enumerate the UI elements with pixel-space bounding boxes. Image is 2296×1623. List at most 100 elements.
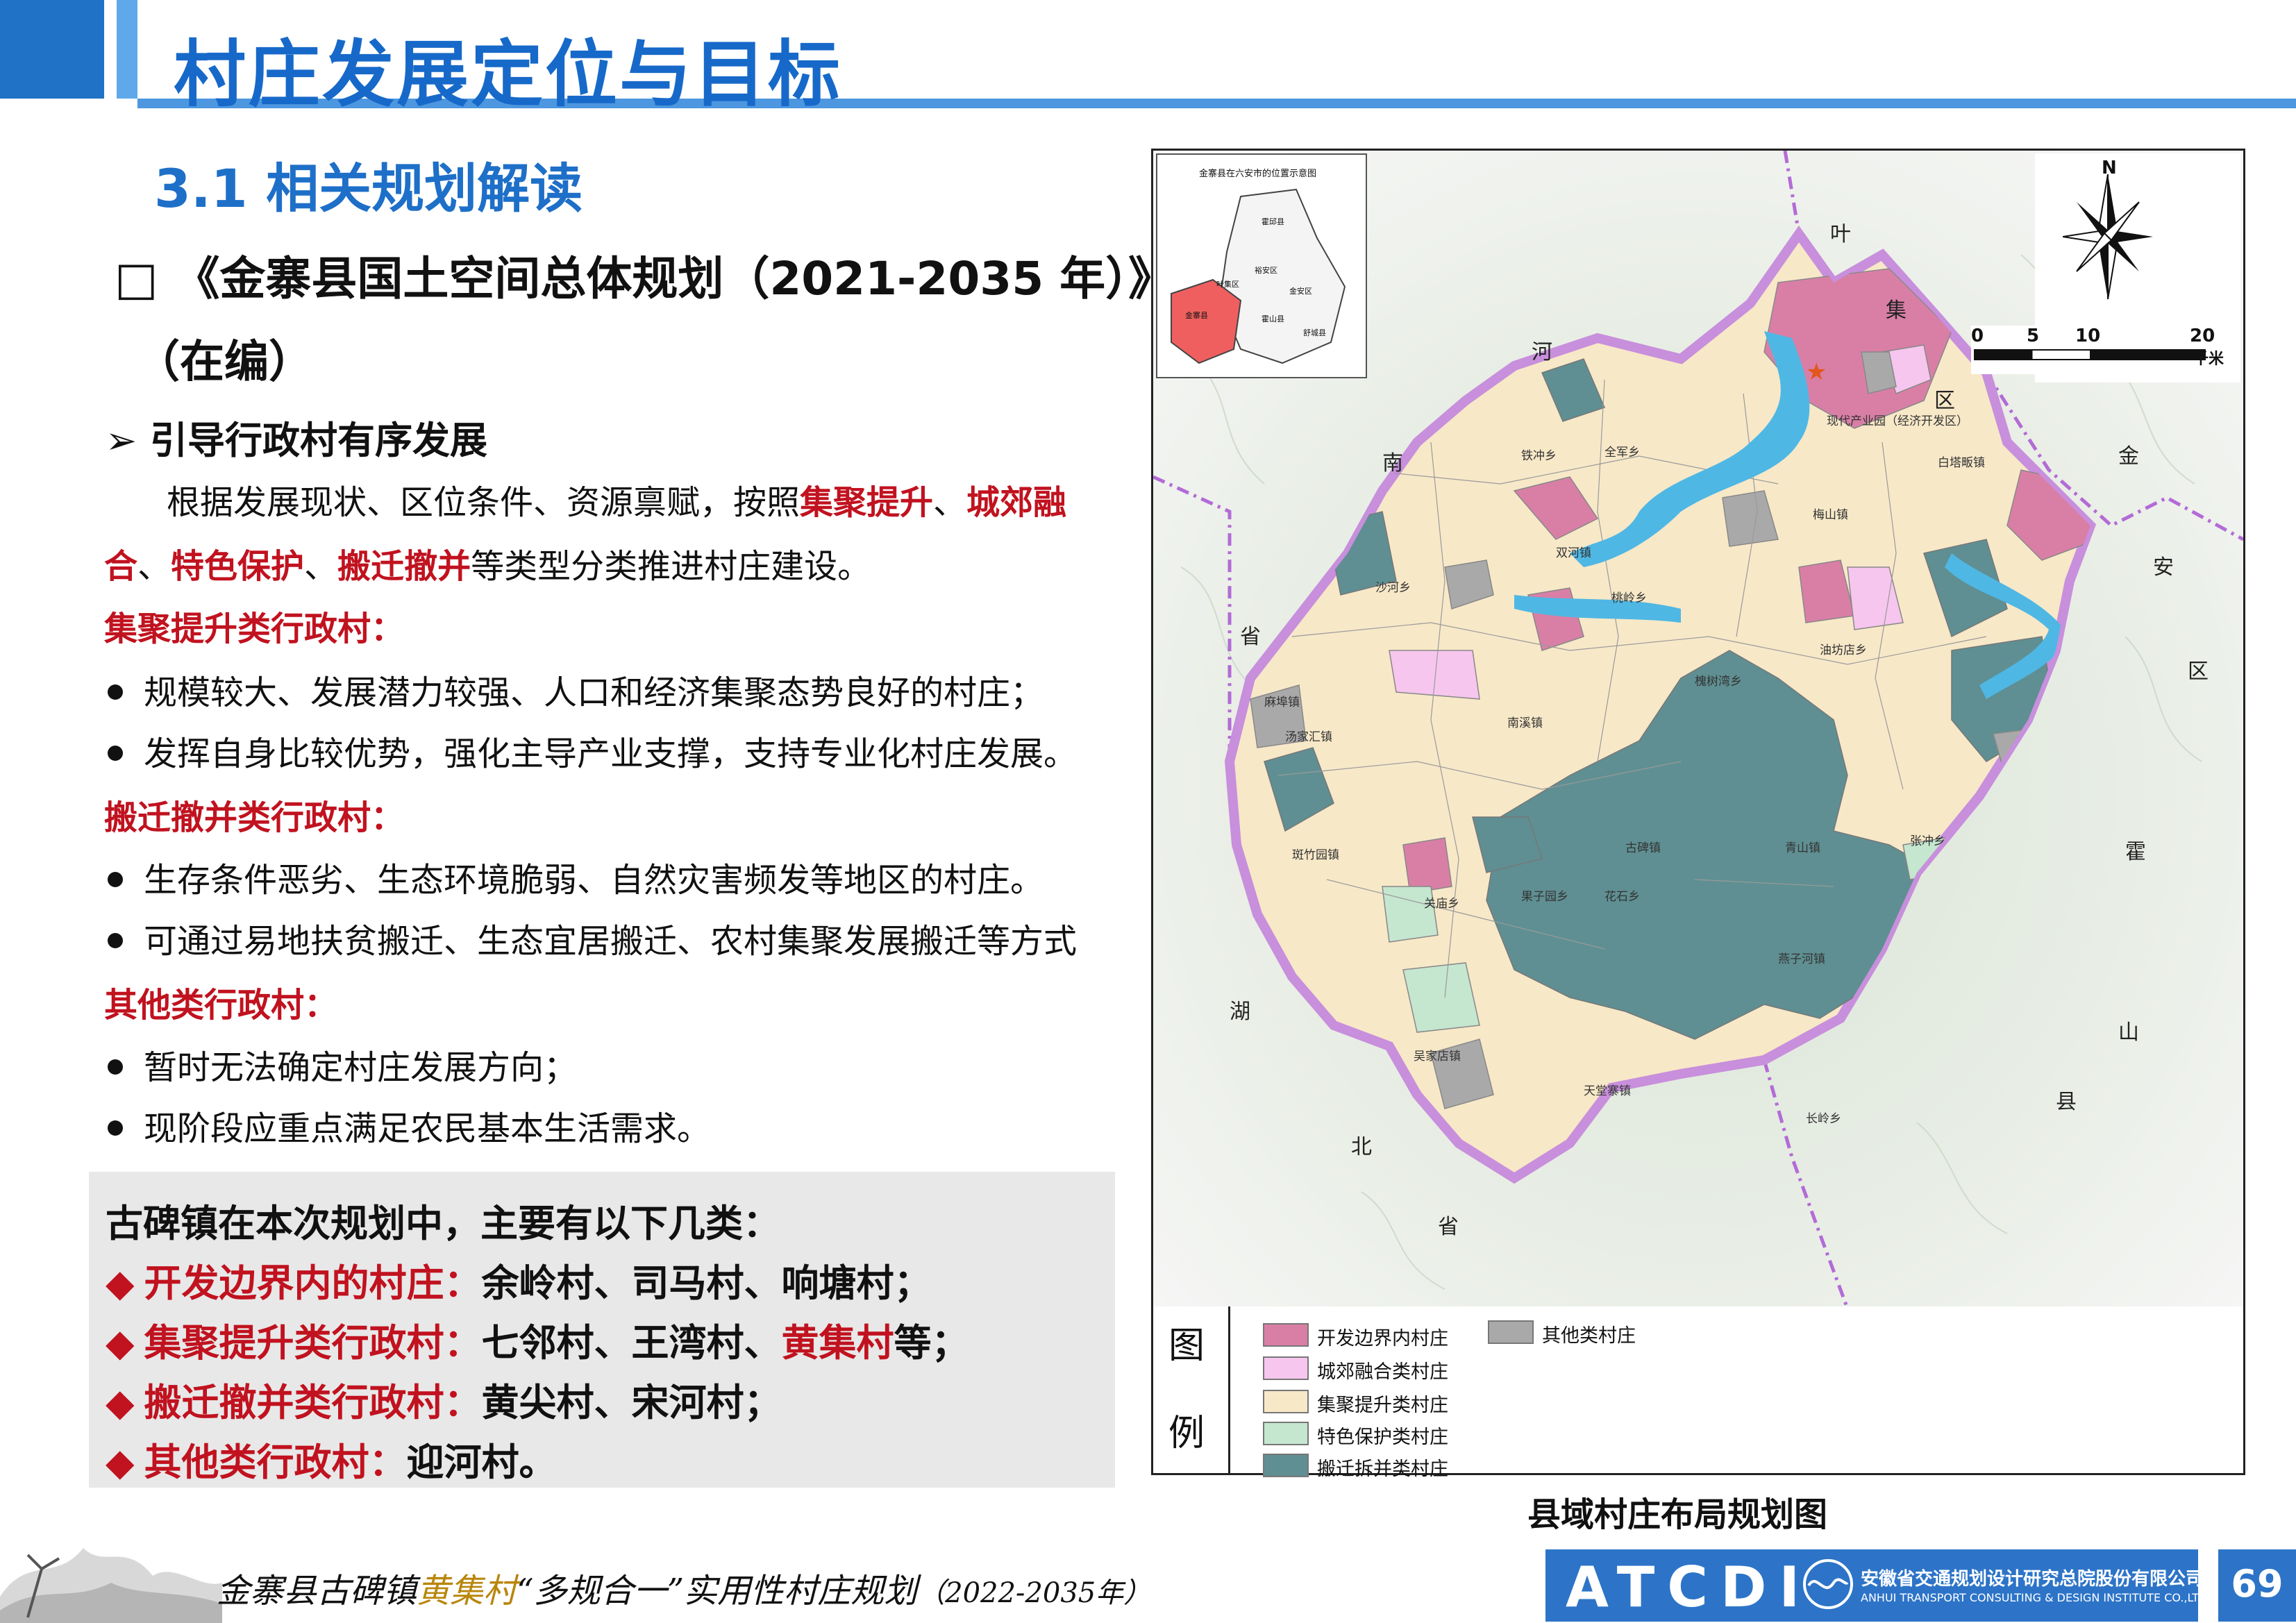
town-label: 关庙乡 bbox=[1424, 897, 1459, 911]
region-label: 山 bbox=[2118, 1020, 2139, 1045]
legend-swatch bbox=[1263, 1323, 1309, 1347]
inset-map: 金寨县在六安市的位置示意图 霍邱县 裕安区 金安区 霍山县 舒城县 叶集区 金寨… bbox=[1156, 153, 1367, 378]
legend-swatch bbox=[1263, 1390, 1309, 1413]
cat3-item: 暂时无法确定村庄发展方向； bbox=[108, 1040, 577, 1088]
svg-text:舒城县: 舒城县 bbox=[1303, 328, 1326, 337]
header-bar-primary bbox=[0, 0, 104, 99]
town-label: 梅山镇 bbox=[1813, 508, 1848, 522]
bullet-icon bbox=[108, 1059, 123, 1075]
intro-red-1: 集聚提升 bbox=[800, 483, 934, 522]
bullet-icon bbox=[108, 746, 123, 761]
region-label: 省 bbox=[1438, 1215, 1459, 1239]
header-bar-secondary bbox=[117, 0, 137, 99]
diamond-icon: ◆ bbox=[106, 1440, 135, 1484]
region-label: 湖 bbox=[1230, 1000, 1250, 1024]
summary-row: ◆ 集聚提升类行政村：七邻村、王湾村、黄集村等； bbox=[106, 1321, 969, 1365]
plan-title: □ 《金寨县国土空间总体规划（2021-2035 年）》 bbox=[115, 252, 1175, 305]
town-label: 青山镇 bbox=[1785, 841, 1820, 855]
summary-row: ◆ 其他类行政村：迎河村。 bbox=[106, 1440, 557, 1484]
location-star-icon: ★ bbox=[1806, 358, 1827, 386]
region-label: 北 bbox=[1351, 1135, 1372, 1159]
town-label: 长岭乡 bbox=[1806, 1112, 1841, 1126]
town-label: 古碑镇 bbox=[1625, 841, 1661, 855]
page-title: 村庄发展定位与目标 bbox=[174, 32, 843, 117]
town-label: 双河镇 bbox=[1556, 546, 1591, 560]
town-label: 天堂寨镇 bbox=[1584, 1084, 1631, 1098]
intro-text-1: 根据发展现状、区位条件、资源禀赋，按照 bbox=[167, 483, 801, 522]
region-label: 河 bbox=[1532, 340, 1552, 364]
scale-tick: 0 bbox=[1971, 326, 1984, 346]
town-label: 铁冲乡 bbox=[1521, 449, 1557, 463]
svg-text:金安区: 金安区 bbox=[1289, 286, 1312, 296]
page-number: 69 bbox=[2231, 1562, 2284, 1606]
town-label: 汤家汇镇 bbox=[1285, 730, 1332, 744]
inset-graphic: 霍邱县 裕安区 金安区 霍山县 舒城县 叶集区 金寨县 bbox=[1171, 188, 1346, 364]
cat3-heading: 其他类行政村： bbox=[104, 986, 338, 1025]
cat1-heading: 集聚提升类行政村： bbox=[104, 609, 405, 648]
diamond-icon: ◆ bbox=[106, 1261, 135, 1305]
legend-label: 特色保护类村庄 bbox=[1317, 1427, 1448, 1448]
town-label: 槐树湾乡 bbox=[1695, 675, 1742, 689]
svg-text:金寨县: 金寨县 bbox=[1185, 310, 1208, 320]
svg-text:裕安区: 裕安区 bbox=[1255, 265, 1277, 275]
legend-swatch bbox=[1263, 1454, 1309, 1477]
svg-text:霍山县: 霍山县 bbox=[1262, 314, 1284, 323]
town-label: 南溪镇 bbox=[1507, 716, 1543, 730]
town-label: 花石乡 bbox=[1604, 890, 1640, 904]
intro-red-4: 搬迁撤并 bbox=[337, 547, 471, 586]
region-label: 集 bbox=[1886, 298, 1907, 323]
legend-swatch bbox=[1488, 1320, 1534, 1344]
cat2-heading: 搬迁撤并类行政村： bbox=[104, 798, 405, 837]
town-label: 果子园乡 bbox=[1521, 890, 1568, 904]
north-arrow-icon bbox=[2063, 174, 2153, 300]
legend-swatch bbox=[1263, 1356, 1309, 1380]
cat2-item: 生存条件恶劣、生态环境脆弱、自然灾害频发等地区的村庄。 bbox=[108, 852, 1044, 901]
scale-tick: 5 bbox=[2027, 326, 2040, 346]
intro-text-3: 、 bbox=[137, 547, 171, 586]
town-label: 张冲乡 bbox=[1910, 834, 1945, 848]
region-label: 安 bbox=[2153, 555, 2174, 580]
legend-divider bbox=[1228, 1306, 1230, 1473]
region-label: 南 bbox=[1382, 451, 1403, 476]
town-label: 现代产业园（经济开发区） bbox=[1827, 414, 1968, 428]
legend-label: 城郊融合类村庄 bbox=[1317, 1361, 1448, 1383]
cat3-item: 现阶段应重点满足农民基本生活需求。 bbox=[108, 1101, 710, 1150]
company-name-en: ANHUI TRANSPORT CONSULTING & DESIGN INST… bbox=[1861, 1591, 2211, 1604]
legend-title-2: 例 bbox=[1168, 1413, 1205, 1454]
intro-paragraph: 根据发展现状、区位条件、资源禀赋，按照集聚提升、城郊融合、特色保护、搬迁撤并等类… bbox=[104, 471, 1125, 598]
region-label: 区 bbox=[2188, 659, 2209, 684]
region-label: 霍 bbox=[2125, 840, 2146, 864]
bullet-icon bbox=[108, 872, 123, 887]
town-label: 全军乡 bbox=[1604, 446, 1640, 460]
town-label: 麻埠镇 bbox=[1264, 696, 1300, 709]
scale-tick: 10 bbox=[2075, 326, 2101, 346]
cat1-item: 发挥自身比较优势，强化主导产业支撑，支持专业化村庄发展。 bbox=[108, 726, 1077, 775]
town-label: 沙河乡 bbox=[1375, 581, 1411, 595]
region-label: 金 bbox=[2118, 444, 2139, 469]
region-label: 省 bbox=[1240, 625, 1261, 649]
cat2-item: 可通过易地扶贫搬迁、生态宜居搬迁、农村集聚发展搬迁等方式 bbox=[108, 914, 1077, 962]
town-label: 白塔畈镇 bbox=[1938, 456, 1985, 470]
region-label: 县 bbox=[2056, 1090, 2077, 1114]
town-label: 油坊店乡 bbox=[1820, 644, 1867, 657]
intro-text-4: 、 bbox=[304, 547, 338, 586]
scale-bar-graphic bbox=[1974, 349, 2206, 360]
town-label: 吴家店镇 bbox=[1414, 1050, 1461, 1063]
company-logo: ATCDI bbox=[1566, 1555, 1813, 1620]
legend-title-1: 图 bbox=[1168, 1325, 1205, 1367]
bullet-icon bbox=[108, 1120, 123, 1136]
scale-tick: 20 bbox=[2190, 326, 2215, 346]
county-map: ★ 叶 集 区 河 南 省 金 安 区 霍 山 县 湖 北 省 现代产业园（经济… bbox=[1151, 149, 2245, 1311]
svg-text:叶集区: 叶集区 bbox=[1216, 279, 1239, 289]
summary-row: ◆ 开发边界内的村庄：余岭村、司马村、响塘村； bbox=[106, 1261, 932, 1305]
footer-title: 金寨县古碑镇黄集村“多规合一”实用性村庄规划（2022-2035年） bbox=[217, 1572, 1152, 1611]
legend-label: 开发边界内村庄 bbox=[1317, 1328, 1448, 1349]
cat1-item: 规模较大、发展潜力较强、人口和经济集聚态势良好的村庄； bbox=[108, 665, 1044, 714]
intro-red-3: 特色保护 bbox=[171, 547, 305, 586]
legend-label: 其他类村庄 bbox=[1542, 1325, 1636, 1347]
summary-row: ◆ 搬迁撤并类行政村：黄尖村、宋河村； bbox=[106, 1381, 782, 1424]
section-subtitle: 3.1 相关规划解读 bbox=[154, 158, 583, 219]
legend-label: 搬迁拆并类村庄 bbox=[1317, 1458, 1448, 1480]
intro-text-5: 等类型分类推进村庄建设。 bbox=[471, 547, 871, 586]
town-label: 桃岭乡 bbox=[1611, 591, 1647, 605]
